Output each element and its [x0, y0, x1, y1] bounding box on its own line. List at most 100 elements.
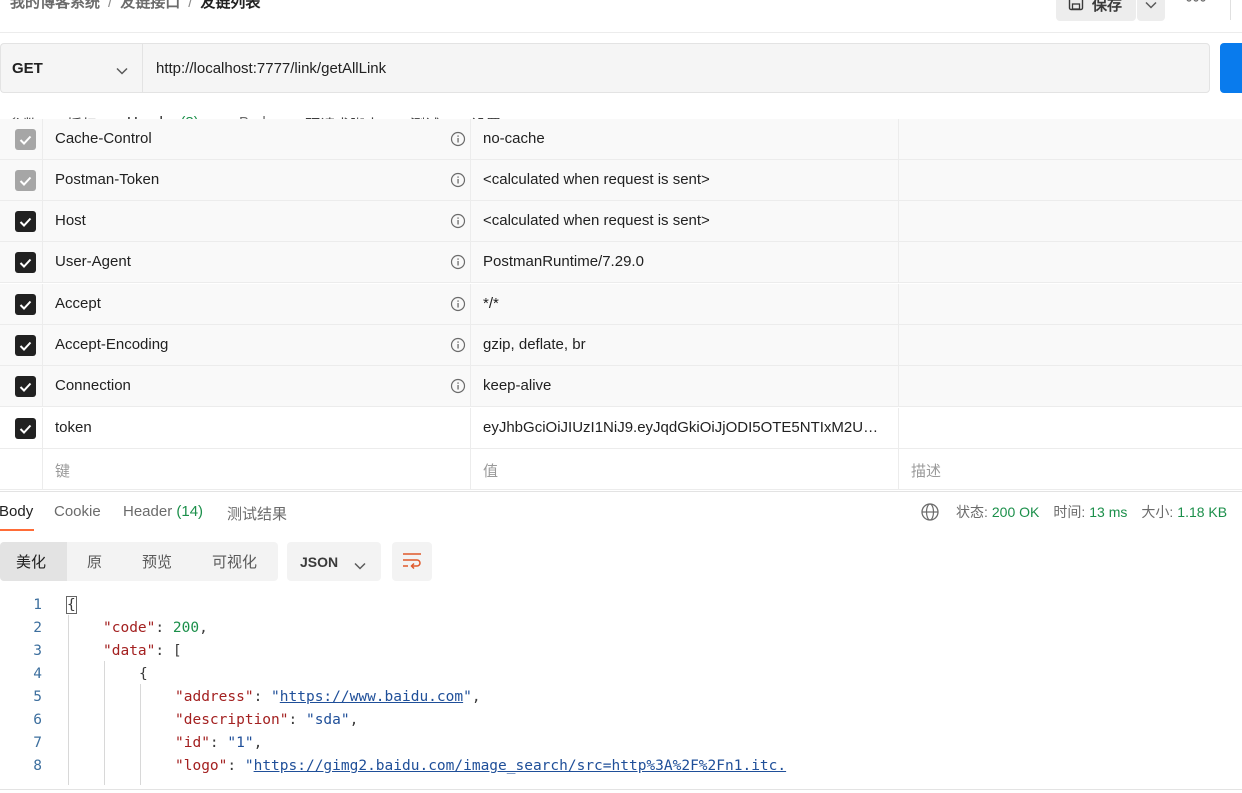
- tab-response-cookies[interactable]: Cookie: [54, 503, 101, 520]
- header-key[interactable]: Postman-Token: [55, 171, 159, 188]
- json-key: "data": [103, 643, 156, 659]
- header-value[interactable]: <calculated when request is sent>: [483, 171, 893, 188]
- header-description[interactable]: [899, 160, 1242, 200]
- chevron-down-icon: [1145, 0, 1157, 13]
- table-row: Accept */*: [0, 284, 1242, 325]
- status-value[interactable]: 200 OK: [992, 504, 1039, 520]
- header-description[interactable]: [899, 242, 1242, 282]
- info-icon[interactable]: [450, 337, 466, 353]
- table-row: Host <calculated when request is sent>: [0, 201, 1242, 242]
- json-link[interactable]: https://www.baidu.com: [280, 689, 463, 705]
- code-line: 3 "data": [: [0, 641, 1242, 664]
- row-checkbox[interactable]: [15, 170, 36, 191]
- header-key[interactable]: Host: [55, 212, 86, 229]
- url-value: http://localhost:7777/link/getAllLink: [156, 59, 387, 77]
- header-key[interactable]: Accept-Encoding: [55, 336, 168, 353]
- row-checkbox[interactable]: [15, 418, 36, 439]
- header-key[interactable]: User-Agent: [55, 253, 131, 270]
- line-number: 2: [33, 620, 42, 636]
- row-checkbox[interactable]: [15, 252, 36, 273]
- tab-test-results[interactable]: 测试结果: [227, 503, 287, 524]
- json-string: "1": [227, 735, 254, 751]
- header-value[interactable]: */*: [483, 295, 893, 312]
- row-checkbox[interactable]: [15, 211, 36, 232]
- response-status: 状态: 200 OK 时间: 13 ms 大小: 1.18 KB: [920, 502, 1227, 522]
- breadcrumb-separator: /: [188, 0, 193, 11]
- code-line: 7 "id": "1",: [0, 733, 1242, 756]
- save-button-label: 保存: [1092, 0, 1123, 14]
- json-string: "sda": [305, 712, 350, 728]
- header-description[interactable]: [899, 366, 1242, 406]
- response-body-editor[interactable]: 1 { 2 "code": 200, 3 "data": [ 4 { 5 "ad…: [0, 595, 1242, 785]
- line-number: 5: [33, 689, 42, 705]
- header-value[interactable]: gzip, deflate, br: [483, 336, 893, 353]
- header-value[interactable]: no-cache: [483, 130, 893, 147]
- info-icon[interactable]: [450, 378, 466, 394]
- active-response-tab-indicator: [0, 529, 34, 531]
- format-select[interactable]: JSON: [287, 542, 381, 581]
- wrap-lines-button[interactable]: [392, 542, 432, 581]
- breadcrumb-current[interactable]: 友链列表: [200, 0, 260, 11]
- method-select[interactable]: GET: [0, 43, 142, 93]
- chevron-down-icon: [354, 557, 366, 573]
- save-options-button[interactable]: [1137, 0, 1165, 21]
- header-value[interactable]: eyJhbGciOiJIUzI1NiJ9.eyJqdGkiOiJjODI5OTE…: [483, 419, 893, 436]
- response-divider: [0, 491, 1242, 492]
- view-visualize-button[interactable]: 可视化: [212, 542, 257, 581]
- json-link[interactable]: https://gimg2.baidu.com/image_search/src…: [254, 758, 787, 774]
- view-raw-button[interactable]: 原: [87, 542, 102, 581]
- header-key[interactable]: token: [55, 419, 92, 436]
- code-line: 2 "code": 200,: [0, 618, 1242, 641]
- row-checkbox[interactable]: [15, 129, 36, 150]
- header-description[interactable]: [899, 284, 1242, 324]
- view-pretty-button[interactable]: 美化: [0, 542, 67, 581]
- line-number: 7: [33, 735, 42, 751]
- method-value: GET: [12, 59, 43, 77]
- code-token: {: [66, 596, 77, 614]
- header-key[interactable]: Cache-Control: [55, 130, 152, 147]
- view-preview-button[interactable]: 预览: [142, 542, 172, 581]
- new-description-input[interactable]: 描述: [911, 460, 941, 481]
- new-value-input[interactable]: 值: [483, 460, 893, 481]
- info-icon[interactable]: [450, 213, 466, 229]
- header-key[interactable]: Connection: [55, 377, 131, 394]
- json-key: "logo": [175, 758, 228, 774]
- send-button[interactable]: [1220, 43, 1242, 93]
- info-icon[interactable]: [450, 172, 466, 188]
- header-value[interactable]: PostmanRuntime/7.29.0: [483, 253, 893, 270]
- row-checkbox[interactable]: [15, 335, 36, 356]
- info-icon[interactable]: [450, 254, 466, 270]
- breadcrumb-item-folder[interactable]: 友链接口: [120, 0, 180, 11]
- size-value[interactable]: 1.18 KB: [1177, 504, 1227, 520]
- chevron-down-icon: [116, 62, 128, 79]
- header-description[interactable]: [899, 201, 1242, 241]
- header-value[interactable]: keep-alive: [483, 377, 893, 394]
- url-input[interactable]: http://localhost:7777/link/getAllLink: [142, 43, 1210, 93]
- format-value: JSON: [300, 553, 339, 570]
- line-number: 8: [33, 758, 42, 774]
- tab-response-headers[interactable]: Header (14): [123, 503, 203, 520]
- tab-response-body[interactable]: Body: [0, 503, 33, 520]
- row-checkbox[interactable]: [15, 376, 36, 397]
- globe-icon[interactable]: [920, 502, 940, 522]
- header-description[interactable]: [899, 325, 1242, 365]
- save-button[interactable]: 保存: [1056, 0, 1136, 21]
- table-row: token eyJhbGciOiJIUzI1NiJ9.eyJqdGkiOiJjO…: [0, 408, 1242, 449]
- new-key-input[interactable]: 键: [55, 460, 70, 481]
- code-line: 5 "address": "https://www.baidu.com",: [0, 687, 1242, 710]
- breadcrumb: 我的博客系统 / 友链接口 / 友链列表: [10, 0, 260, 12]
- header-description[interactable]: [899, 408, 1242, 448]
- table-row: User-Agent PostmanRuntime/7.29.0: [0, 242, 1242, 283]
- header-value[interactable]: <calculated when request is sent>: [483, 212, 893, 229]
- info-icon[interactable]: [450, 131, 466, 147]
- row-checkbox[interactable]: [15, 294, 36, 315]
- header-description[interactable]: [899, 119, 1242, 159]
- table-row: Connection keep-alive: [0, 366, 1242, 407]
- more-actions-button[interactable]: [1180, 0, 1212, 8]
- time-value[interactable]: 13 ms: [1089, 504, 1127, 520]
- header-key[interactable]: Accept: [55, 295, 101, 312]
- breadcrumb-item-collection[interactable]: 我的博客系统: [10, 0, 100, 11]
- status-label: 状态:: [956, 504, 988, 520]
- info-icon[interactable]: [450, 296, 466, 312]
- line-number: 3: [33, 643, 42, 659]
